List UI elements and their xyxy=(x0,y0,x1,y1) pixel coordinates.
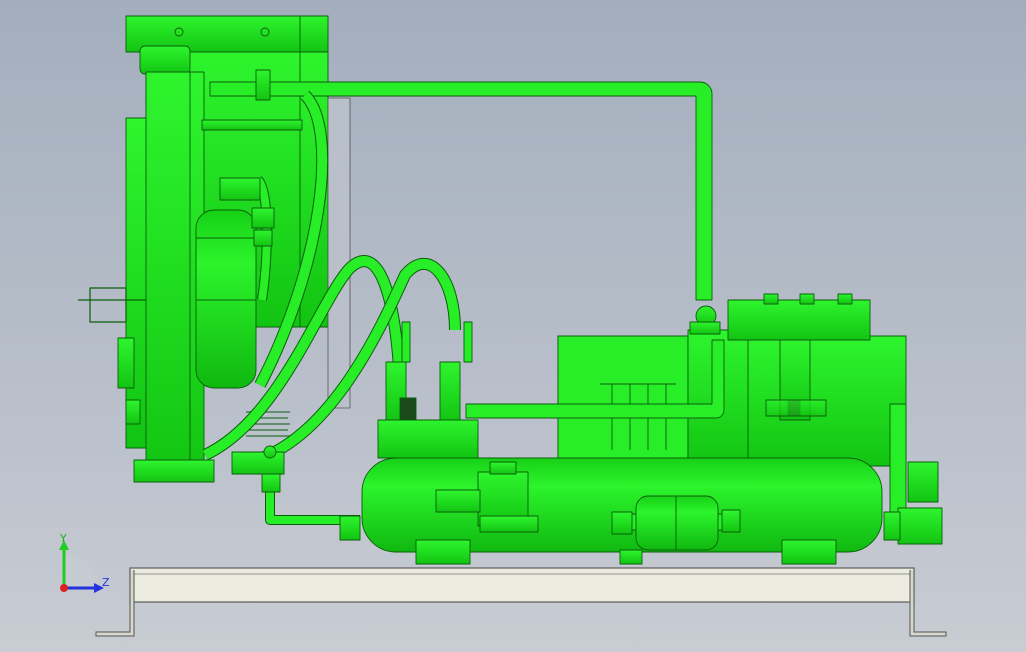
coordinate-triad-icon: Y Z xyxy=(59,532,110,593)
base-frame[interactable] xyxy=(95,567,947,637)
x-axis-dot xyxy=(60,584,68,592)
compressor[interactable] xyxy=(557,293,907,467)
refrigeration-unit-model[interactable] xyxy=(0,0,1026,652)
y-axis-label: Y xyxy=(59,532,67,545)
cad-viewport[interactable]: Y Z xyxy=(0,0,1026,652)
condenser-frame[interactable] xyxy=(78,45,215,483)
z-axis-label: Z xyxy=(102,576,110,589)
